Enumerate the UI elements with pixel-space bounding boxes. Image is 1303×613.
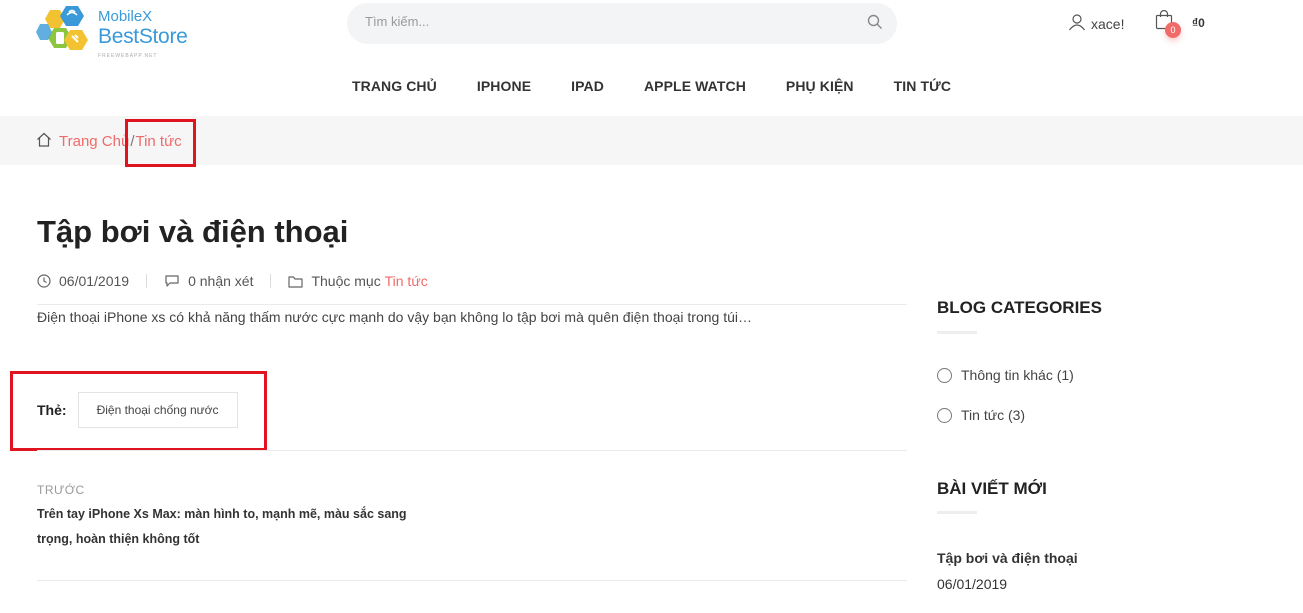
category-item[interactable]: Tin tức (3) [937, 407, 1025, 423]
logo-text-beststore: BestStore [98, 25, 188, 48]
meta-divider [270, 274, 272, 288]
comment-icon [165, 275, 179, 287]
cart-count-badge: 0 [1165, 22, 1181, 38]
meta-divider [146, 274, 148, 288]
prev-post-link[interactable]: Trên tay iPhone Xs Max: màn hình to, mạn… [37, 502, 412, 552]
user-name: xace! [1091, 16, 1125, 32]
cart-total: ₫0 [1192, 16, 1205, 30]
blog-categories-heading: BLOG CATEGORIES [937, 298, 1102, 317]
radio-circle-icon [937, 367, 952, 383]
divider [37, 304, 907, 305]
breadcrumb-home-link[interactable]: Trang Chủ [59, 133, 129, 150]
prev-post-label: TRƯỚC [37, 483, 85, 497]
nav-item-accessories[interactable]: PHỤ KIỆN [786, 78, 854, 94]
category-item[interactable]: Thông tin khác (1) [937, 367, 1074, 383]
nav-item-news[interactable]: TIN TỨC [894, 78, 951, 94]
search-input[interactable] [365, 14, 845, 29]
user-icon [1068, 13, 1086, 36]
article-date: 06/01/2019 [59, 273, 130, 289]
highlight-box-tags [10, 371, 267, 451]
article-category-link[interactable]: Tin tức [385, 273, 428, 289]
logo-text-mobilex: MobileX [98, 8, 153, 25]
article-meta: 06/01/2019 0 nhận xét Thuộc mục Tin tức [37, 273, 428, 289]
category-label: Thông tin khác (1) [961, 367, 1074, 383]
cart-button[interactable]: 0 ₫0 [1155, 9, 1215, 40]
logo-text-domain: FREEWEBAPP.NET [98, 53, 158, 59]
heading-underline [937, 511, 977, 514]
store-logo[interactable]: MobileX BestStore FREEWEBAPP.NET [36, 4, 196, 60]
search-bar [347, 3, 897, 44]
heading-underline [937, 331, 977, 334]
nav-item-apple-watch[interactable]: APPLE WATCH [644, 78, 746, 94]
search-icon[interactable] [867, 14, 883, 35]
main-nav: TRANG CHỦ IPHONE IPAD APPLE WATCH PHỤ KI… [0, 78, 1303, 94]
nav-item-home[interactable]: TRANG CHỦ [352, 78, 437, 94]
account-link[interactable]: xace! [1068, 13, 1125, 36]
radio-circle-icon [937, 407, 952, 423]
category-label: Tin tức (3) [961, 407, 1026, 423]
article-comments[interactable]: 0 nhận xét [188, 273, 253, 289]
recent-post-title[interactable]: Tập bơi và điện thoại [937, 550, 1078, 566]
highlight-box-breadcrumb [125, 119, 196, 167]
nav-item-iphone[interactable]: IPHONE [477, 78, 531, 94]
article-excerpt: Điện thoại iPhone xs có khả năng thấm nư… [37, 309, 752, 325]
clock-icon [37, 274, 51, 288]
divider [37, 580, 907, 581]
recent-posts-heading: BÀI VIẾT MỚI [937, 479, 1047, 498]
divider [37, 450, 907, 451]
folder-icon [288, 275, 304, 288]
recent-post-date: 06/01/2019 [937, 576, 1008, 592]
article-title: Tập bơi và điện thoại [37, 214, 349, 249]
logo-hexagon-icon [36, 6, 88, 50]
nav-item-ipad[interactable]: IPAD [571, 78, 604, 94]
category-prefix: Thuộc mục [311, 273, 381, 289]
home-icon[interactable] [36, 132, 52, 151]
